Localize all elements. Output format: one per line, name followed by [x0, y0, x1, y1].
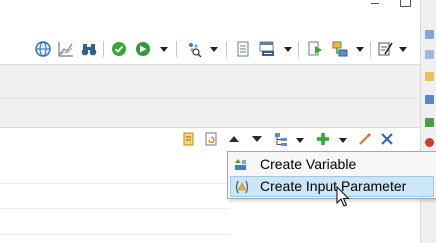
document-icon[interactable]	[234, 40, 252, 58]
table-row-divider	[0, 208, 230, 209]
edit-document-icon[interactable]	[376, 40, 394, 58]
table-row-divider	[0, 183, 230, 184]
menu-item-create-variable[interactable]: Create Variable	[230, 154, 434, 175]
chevron-down-icon[interactable]	[210, 47, 218, 52]
toolbar-separator	[103, 41, 104, 57]
editor-header-band	[0, 64, 420, 98]
side-panel-icon[interactable]	[425, 72, 434, 81]
sparkle-search-icon[interactable]	[185, 40, 203, 58]
side-panel-icon[interactable]	[425, 95, 434, 104]
add-icon[interactable]	[315, 131, 331, 147]
globe-icon[interactable]	[34, 40, 52, 58]
menu-item-create-input-parameter[interactable]: Create Input Parameter	[230, 176, 434, 197]
view-toolbar	[0, 128, 420, 152]
input-parameter-icon	[235, 180, 249, 194]
add-context-menu: Create Variable Create Input Parameter	[227, 151, 436, 199]
chart-icon[interactable]	[57, 40, 75, 58]
check-circle-icon[interactable]	[110, 40, 128, 58]
side-panel-icon[interactable]	[425, 138, 434, 147]
window-title-bar	[0, 0, 420, 26]
move-down-icon[interactable]	[249, 131, 265, 147]
toolbar-separator	[370, 41, 371, 57]
menu-item-label: Create Variable	[260, 156, 357, 172]
toolbar-separator	[226, 41, 227, 57]
mouse-pointer-icon	[336, 186, 350, 207]
menu-item-label: Create Input Parameter	[260, 178, 407, 194]
tree-icon[interactable]	[273, 131, 289, 147]
binoculars-icon[interactable]	[80, 40, 98, 58]
side-panel-icon[interactable]	[425, 50, 434, 59]
note-icon[interactable]	[181, 131, 197, 147]
side-panel-icon[interactable]	[425, 118, 434, 127]
editor-tab-band	[0, 98, 420, 128]
right-side-strip	[420, 0, 436, 243]
chevron-down-icon[interactable]	[160, 47, 168, 52]
refresh-document-icon[interactable]	[203, 131, 219, 147]
chevron-down-icon[interactable]	[296, 138, 304, 143]
chevron-down-icon[interactable]	[399, 47, 407, 52]
xml-icon[interactable]	[258, 40, 276, 58]
delete-icon[interactable]	[379, 131, 395, 147]
side-panel-icon[interactable]	[425, 30, 434, 39]
chevron-down-icon[interactable]	[339, 138, 347, 143]
connection-icon[interactable]	[331, 40, 349, 58]
table-row-divider	[0, 234, 230, 235]
toolbar-separator	[176, 41, 177, 57]
variable-icon	[235, 159, 246, 170]
minimize-icon[interactable]	[367, 0, 383, 9]
pencil-icon[interactable]	[357, 131, 373, 147]
main-toolbar	[0, 36, 420, 64]
chevron-down-icon[interactable]	[284, 47, 292, 52]
chevron-down-icon[interactable]	[356, 47, 364, 52]
run-arrow-icon[interactable]	[134, 40, 152, 58]
maximize-icon[interactable]	[397, 0, 413, 9]
move-up-icon[interactable]	[226, 131, 242, 147]
toolbar-separator	[298, 41, 299, 57]
export-icon[interactable]	[306, 40, 324, 58]
